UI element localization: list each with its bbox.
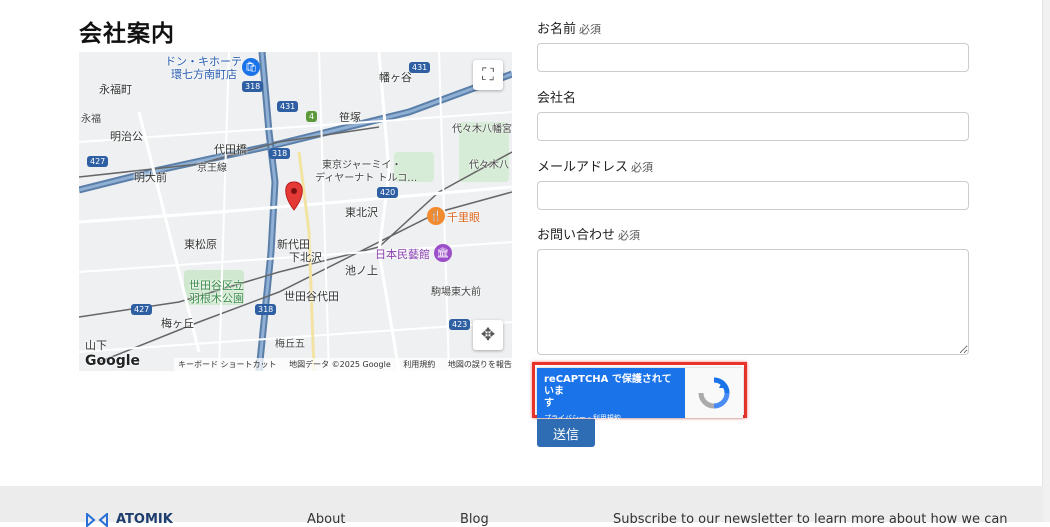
map-label: 幡ヶ谷	[379, 71, 412, 84]
email-field[interactable]	[537, 181, 969, 210]
recaptcha-protected-text: reCAPTCHA で保護されています	[544, 374, 672, 409]
camera-control-icon[interactable]: ✥	[473, 320, 503, 350]
map-label: 笹塚	[339, 111, 361, 124]
footer-link-blog[interactable]: Blog	[460, 512, 489, 527]
map-label: 東北沢	[345, 206, 378, 219]
map-label: 梅ヶ丘	[161, 317, 194, 330]
route-shield: 420	[377, 187, 399, 198]
route-shield: 431	[409, 62, 431, 73]
map-label: 下北沢	[289, 251, 322, 264]
required-badge: 必須	[579, 23, 602, 36]
map-label: 東松原	[184, 238, 217, 251]
route-shield: 427	[131, 304, 153, 315]
map-label: 羽根木公園	[189, 292, 244, 305]
email-label: メールアドレス 必須	[537, 160, 654, 175]
google-logo: Google	[85, 353, 141, 369]
map-label: 千里眼	[447, 211, 480, 224]
submit-button[interactable]: 送信	[537, 419, 595, 447]
map-label: 梅丘五	[275, 339, 305, 350]
footer-brand[interactable]: ATOMIK	[86, 512, 173, 527]
route-shield: 431	[277, 101, 299, 112]
museum-poi-icon[interactable]: 🏛	[434, 244, 452, 262]
restaurant-poi-icon[interactable]: 🍴	[427, 207, 445, 225]
recaptcha-badge[interactable]: reCAPTCHA で保護されています プライバシー - 利用規約	[537, 368, 743, 422]
map-label: 明大前	[134, 171, 167, 184]
route-shield: 423	[449, 319, 471, 330]
company-label: 会社名	[537, 91, 577, 106]
map-label: 代々木八幡宮	[452, 124, 512, 135]
fullscreen-icon[interactable]: ⛶	[473, 60, 503, 90]
shopping-poi-icon[interactable]: 🛍	[242, 58, 260, 76]
map-label: 代々木八	[469, 160, 509, 171]
map-label: 京王線	[197, 163, 227, 174]
page-scrollbar[interactable]	[1042, 0, 1050, 522]
map-label: 永福町	[99, 83, 132, 96]
route-shield: 318	[269, 148, 291, 159]
name-field[interactable]	[537, 43, 969, 72]
recaptcha-text-panel: reCAPTCHA で保護されています プライバシー - 利用規約	[537, 368, 685, 422]
map-label: 駒場東大前	[431, 287, 481, 298]
route-shield: 318	[255, 304, 277, 315]
map-label: 日本民藝館	[375, 248, 430, 261]
newsletter-text: Subscribe to our newsletter to learn mor…	[613, 512, 1008, 527]
footer: ATOMIK About Blog Subscribe to our newsl…	[0, 486, 1043, 527]
section-title: 会社案内	[79, 21, 175, 47]
map-label: 永福	[81, 114, 101, 125]
map-label: 代田橋	[214, 143, 247, 156]
map-attribution: キーボード ショートカット 地図データ ©2025 Google 利用規約 地図…	[174, 358, 512, 371]
map-label: 環七方南町店	[171, 68, 237, 81]
company-field[interactable]	[537, 112, 969, 141]
map-data-text: 地図データ ©2025 Google	[289, 360, 391, 369]
map-label: 世田谷代田	[284, 290, 339, 303]
inquiry-label: お問い合わせ 必須	[537, 228, 641, 243]
map-label: 池ノ上	[345, 264, 378, 277]
required-badge: 必須	[631, 161, 654, 174]
recaptcha-logo-icon	[685, 368, 743, 418]
route-shield: 4	[306, 111, 318, 122]
inquiry-textarea[interactable]	[537, 249, 969, 355]
embedded-map[interactable]: ドン・キホーテ 環七方南町店 🛍 永福町 幡ヶ谷 永福 明治公 代々木八幡宮 笹…	[79, 52, 512, 371]
name-label: お名前 必須	[537, 22, 602, 37]
terms-link[interactable]: 利用規約	[403, 360, 435, 369]
keyboard-shortcuts-link[interactable]: キーボード ショートカット	[178, 360, 277, 369]
route-shield: 318	[242, 81, 264, 92]
required-badge: 必須	[618, 229, 641, 242]
map-label: 山下	[85, 339, 107, 352]
footer-link-about[interactable]: About	[307, 512, 345, 527]
report-error-link[interactable]: 地図の誤りを報告する	[448, 360, 512, 369]
map-label: ディヤーナト トルコ…	[315, 173, 418, 184]
map-label: 明治公	[110, 130, 143, 143]
atomik-logo-icon	[86, 512, 108, 527]
route-shield: 427	[87, 156, 109, 167]
